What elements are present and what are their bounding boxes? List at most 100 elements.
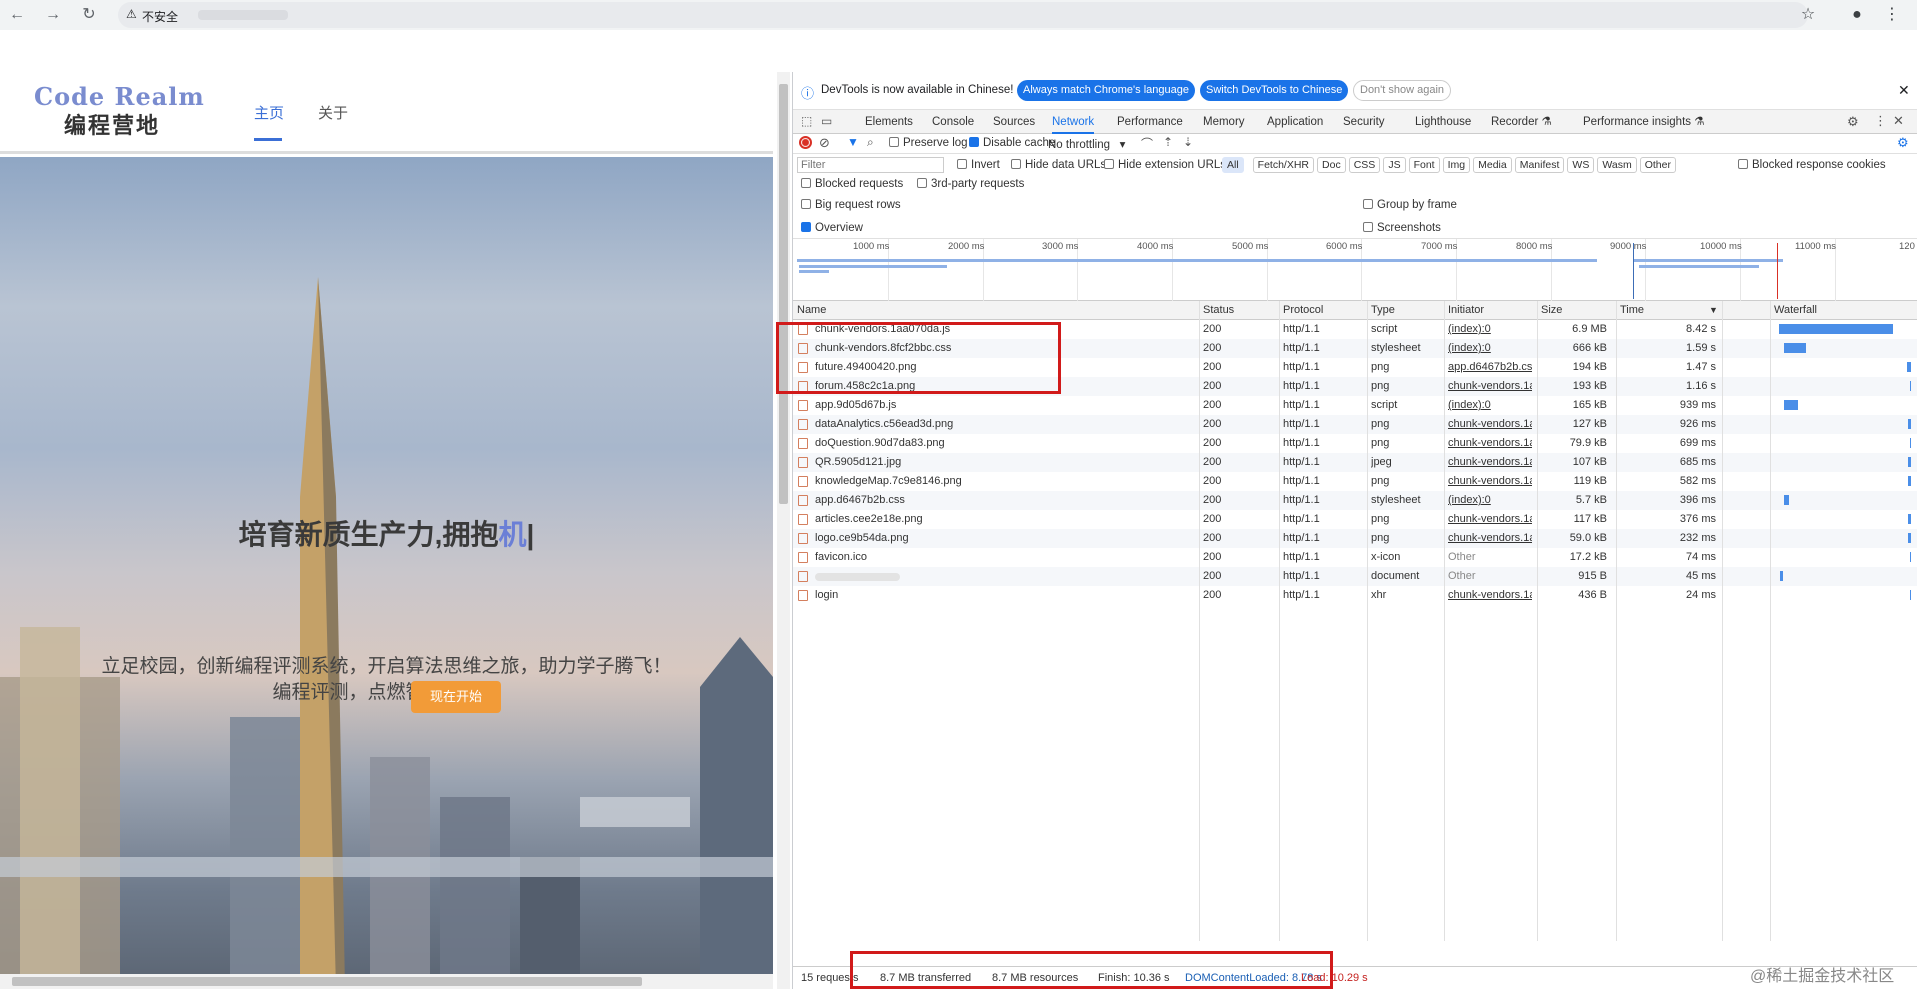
- table-row[interactable]: doQuestion.90d7da83.png 200 http/1.1 png chu…: [793, 434, 1917, 453]
- chip-media[interactable]: Media: [1473, 157, 1512, 173]
- table-row[interactable]: 200 http/1.1 document Other 915 B 45 ms: [793, 567, 1917, 586]
- close-devtools-icon[interactable]: ✕: [1893, 113, 1904, 129]
- logo-english[interactable]: Code Realm: [34, 82, 205, 111]
- col-status[interactable]: Status: [1203, 301, 1234, 320]
- table-row[interactable]: logo.ce9b54da.png 200 http/1.1 png chunk-ven…: [793, 529, 1917, 548]
- back-icon[interactable]: ←: [6, 4, 28, 26]
- tab-recorder[interactable]: Recorder ⚗: [1491, 110, 1552, 134]
- chip-img[interactable]: Img: [1442, 157, 1471, 173]
- initiator-cell[interactable]: chunk-vendors.1a: [1448, 510, 1532, 529]
- profile-icon[interactable]: ●: [1846, 4, 1868, 26]
- table-row[interactable]: forum.458c2c1a.png 200 http/1.1 png chunk-ve…: [793, 377, 1917, 396]
- export-har-icon[interactable]: ⇣: [1183, 135, 1193, 149]
- col-time[interactable]: Time: [1620, 301, 1644, 320]
- chip-css[interactable]: CSS: [1348, 157, 1381, 173]
- chip-doc[interactable]: Doc: [1317, 157, 1346, 173]
- table-row[interactable]: favicon.ico 200 http/1.1 x-icon Other 17.2 kB…: [793, 548, 1917, 567]
- chip-all[interactable]: All: [1222, 157, 1244, 173]
- invert-checkbox[interactable]: Invert: [957, 159, 1000, 171]
- switch-to-chinese-button[interactable]: Switch DevTools to Chinese: [1200, 80, 1349, 101]
- initiator-cell[interactable]: chunk-vendors.1a: [1448, 415, 1532, 434]
- preserve-log-checkbox[interactable]: Preserve log: [889, 137, 968, 149]
- tab-lighthouse[interactable]: Lighthouse: [1415, 110, 1471, 134]
- overview-checkbox[interactable]: Overview: [801, 222, 863, 234]
- tab-performance-insights[interactable]: Performance insights ⚗: [1583, 110, 1705, 134]
- hide-data-urls-checkbox[interactable]: Hide data URLs: [1011, 159, 1106, 171]
- col-protocol[interactable]: Protocol: [1283, 301, 1323, 320]
- tab-application[interactable]: Application: [1267, 110, 1323, 134]
- initiator-cell[interactable]: Other: [1448, 548, 1532, 567]
- start-now-button[interactable]: 现在开始: [411, 681, 501, 713]
- col-initiator[interactable]: Initiator: [1448, 301, 1484, 320]
- chip-font[interactable]: Font: [1408, 157, 1440, 173]
- chip-manifest[interactable]: Manifest: [1514, 157, 1565, 173]
- initiator-cell[interactable]: Other: [1448, 567, 1532, 586]
- tab-security[interactable]: Security: [1343, 110, 1385, 134]
- chip-fetch-xhr[interactable]: Fetch/XHR: [1252, 157, 1315, 173]
- blocked-requests-checkbox[interactable]: Blocked requests: [801, 178, 903, 190]
- network-overview-timeline[interactable]: 1000 ms 2000 ms 3000 ms 4000 ms 5000 ms …: [793, 239, 1917, 301]
- initiator-cell[interactable]: app.d6467b2b.cs: [1448, 358, 1532, 377]
- table-row[interactable]: login 200 http/1.1 xhr chunk-vendors.1a 436 B…: [793, 586, 1917, 605]
- initiator-cell[interactable]: chunk-vendors.1a: [1448, 453, 1532, 472]
- initiator-cell[interactable]: (index):0: [1448, 320, 1532, 339]
- page-horizontal-scrollbar[interactable]: [0, 974, 773, 989]
- table-row[interactable]: dataAnalytics.c56ead3d.png 200 http/1.1 png…: [793, 415, 1917, 434]
- table-row[interactable]: chunk-vendors.8fcf2bbc.css 200 http/1.1 sty…: [793, 339, 1917, 358]
- filter-icon[interactable]: ▼: [847, 135, 859, 149]
- table-row[interactable]: app.9d05d67b.js 200 http/1.1 script (index):…: [793, 396, 1917, 415]
- tab-sources[interactable]: Sources: [993, 110, 1035, 134]
- nav-about[interactable]: 关于: [318, 102, 348, 123]
- search-icon[interactable]: ⌕: [867, 135, 874, 150]
- table-row[interactable]: chunk-vendors.1aa070da.js 200 http/1.1 scri…: [793, 320, 1917, 339]
- initiator-cell[interactable]: chunk-vendors.1a: [1448, 586, 1532, 605]
- chip-other[interactable]: Other: [1639, 157, 1676, 173]
- initiator-cell[interactable]: (index):0: [1448, 339, 1532, 358]
- page-vertical-scrollbar[interactable]: [777, 72, 790, 989]
- menu-icon[interactable]: ⋮: [1881, 4, 1903, 26]
- screenshots-checkbox[interactable]: Screenshots: [1363, 222, 1441, 234]
- table-row[interactable]: QR.5905d121.jpg 200 http/1.1 jpeg chunk-vend…: [793, 453, 1917, 472]
- network-conditions-icon[interactable]: ⌒: [1141, 135, 1153, 152]
- table-row[interactable]: app.d6467b2b.css 200 http/1.1 stylesheet (in…: [793, 491, 1917, 510]
- close-icon[interactable]: ✕: [1898, 82, 1910, 99]
- logo-chinese[interactable]: 编程营地: [64, 108, 160, 140]
- initiator-cell[interactable]: chunk-vendors.1a: [1448, 434, 1532, 453]
- big-request-rows-checkbox[interactable]: Big request rows: [801, 199, 901, 211]
- initiator-cell[interactable]: (index):0: [1448, 396, 1532, 415]
- settings-gear-icon[interactable]: ⚙: [1847, 114, 1859, 130]
- col-size[interactable]: Size: [1541, 301, 1562, 320]
- group-by-frame-checkbox[interactable]: Group by frame: [1363, 199, 1457, 211]
- table-row[interactable]: articles.cee2e18e.png 200 http/1.1 png chunk…: [793, 510, 1917, 529]
- col-name[interactable]: Name: [797, 301, 826, 320]
- chip-ws[interactable]: WS: [1567, 157, 1595, 173]
- filter-input[interactable]: [797, 157, 944, 173]
- initiator-cell[interactable]: chunk-vendors.1a: [1448, 472, 1532, 491]
- col-type[interactable]: Type: [1371, 301, 1395, 320]
- address-bar[interactable]: ⚠ 不安全: [118, 2, 1808, 28]
- initiator-cell[interactable]: chunk-vendors.1a: [1448, 377, 1532, 396]
- table-row[interactable]: future.49400420.png 200 http/1.1 png app.d64…: [793, 358, 1917, 377]
- import-har-icon[interactable]: ⇡: [1163, 135, 1173, 149]
- col-waterfall[interactable]: Waterfall: [1774, 301, 1817, 320]
- bookmark-star-icon[interactable]: ☆: [1797, 4, 1819, 26]
- dont-show-again-button[interactable]: Don't show again: [1353, 80, 1452, 101]
- forward-icon[interactable]: →: [42, 4, 64, 26]
- disable-cache-checkbox[interactable]: Disable cache: [969, 137, 1055, 149]
- tab-memory[interactable]: Memory: [1203, 110, 1245, 134]
- chip-wasm[interactable]: Wasm: [1597, 157, 1637, 173]
- third-party-checkbox[interactable]: 3rd-party requests: [917, 178, 1024, 190]
- record-icon[interactable]: [799, 136, 812, 149]
- tab-network[interactable]: Network: [1052, 110, 1095, 134]
- chip-js[interactable]: JS: [1383, 157, 1406, 173]
- initiator-cell[interactable]: (index):0: [1448, 491, 1532, 510]
- nav-home[interactable]: 主页: [254, 102, 284, 123]
- tab-elements[interactable]: Elements: [865, 110, 913, 134]
- tab-console[interactable]: Console: [932, 110, 974, 134]
- clear-icon[interactable]: ⊘: [819, 135, 830, 151]
- network-settings-icon[interactable]: ⚙: [1897, 135, 1909, 151]
- device-toggle-icon[interactable]: ▭: [821, 114, 832, 128]
- table-row[interactable]: knowledgeMap.7c9e8146.png 200 http/1.1 png c…: [793, 472, 1917, 491]
- always-match-language-button[interactable]: Always match Chrome's language: [1017, 80, 1195, 101]
- throttling-select[interactable]: No throttling ▾: [1048, 137, 1125, 151]
